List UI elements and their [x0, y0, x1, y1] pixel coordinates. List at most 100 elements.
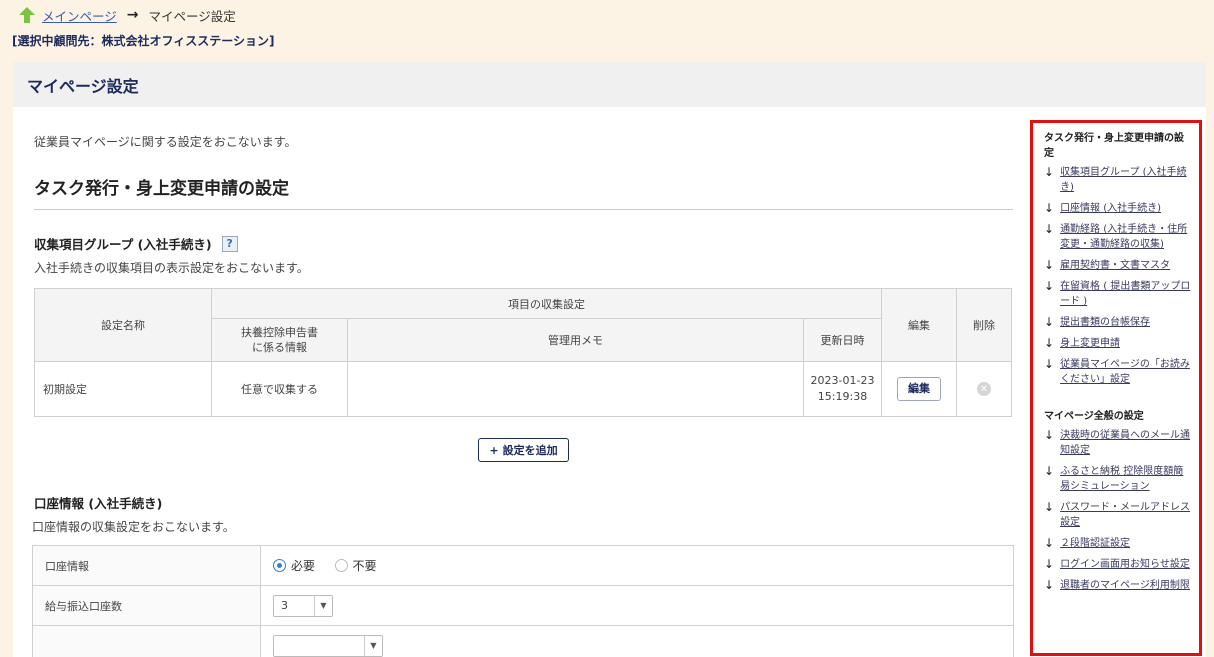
- sidebar-link-label[interactable]: 身上変更申請: [1060, 336, 1120, 351]
- table-row: ▼: [32, 625, 1014, 657]
- sidebar-links-task: ↓ 収集項目グループ (入社手続き) ↓ 口座情報 (入社手続き) ↓ 通勤経路 (入社手…: [1044, 165, 1191, 387]
- radio-unneeded-label: 不要: [352, 558, 377, 573]
- breadcrumb-current: マイページ設定: [148, 8, 236, 24]
- sidebar-link-label[interactable]: ふるさと納税 控除限度額簡易シミュレーション: [1060, 464, 1191, 494]
- sidebar-link[interactable]: ↓ ふるさと納税 控除限度額簡易シミュレーション: [1044, 464, 1191, 494]
- account-description: 口座情報の収集設定をおこないます。: [32, 520, 235, 534]
- add-setting-button[interactable]: + 設定を追加: [478, 438, 569, 462]
- radio-required[interactable]: 必要: [273, 557, 315, 574]
- account-count-value: 3: [281, 599, 288, 612]
- account-count-select[interactable]: 3 ▼: [273, 594, 333, 617]
- cell-delete: ✕: [956, 361, 1012, 417]
- sidebar-link[interactable]: ↓ パスワード・メールアドレス設定: [1044, 500, 1191, 530]
- selected-client-label: [選択中顧問先：株式会社オフィスステーション]: [12, 34, 275, 48]
- account-settings-table: 口座情報 必要 不要 給与振込口座数 3 ▼ ▼: [32, 545, 1014, 657]
- sidebar-link-label[interactable]: 決裁時の従業員へのメール通知設定: [1060, 428, 1191, 458]
- table-row: 口座情報 必要 不要: [32, 545, 1014, 586]
- group-description: 入社手続きの収集項目の表示設定をおこないます。: [34, 261, 309, 275]
- sidebar-link[interactable]: ↓ 提出書類の台帳保存: [1044, 315, 1191, 330]
- arrow-down-icon: ↓: [1044, 536, 1055, 550]
- breadcrumb-home-link[interactable]: メインページ: [42, 6, 117, 25]
- breadcrumb-separator: →: [126, 7, 139, 23]
- account-extra-select[interactable]: ▼: [273, 634, 383, 657]
- radio-checked-icon: [273, 558, 286, 572]
- account-extra-cell: ▼: [260, 625, 1014, 657]
- sidebar-link[interactable]: ↓ 在留資格 ( 提出書類アップロード ): [1044, 279, 1191, 309]
- sidebar-link-label[interactable]: 従業員マイページの「お読みください」設定: [1060, 357, 1191, 387]
- account-section-title: 口座情報 (入社手続き): [34, 496, 163, 511]
- group-title-text: 収集項目グループ (入社手続き): [34, 237, 212, 252]
- chevron-down-icon: ▼: [314, 595, 332, 616]
- sidebar-link-label[interactable]: 通勤経路 (入社手続き・住所変更・通勤経路の収集): [1060, 222, 1191, 252]
- sidebar-link[interactable]: ↓ 収集項目グループ (入社手続き): [1044, 165, 1191, 195]
- sidebar-links-general: ↓ 決裁時の従業員へのメール通知設定 ↓ ふるさと納税 控除限度額簡易シミュレーション…: [1044, 428, 1191, 593]
- col-header-updated: 更新日時: [803, 318, 882, 362]
- arrow-down-icon: ↓: [1044, 336, 1055, 350]
- arrow-down-icon: ↓: [1044, 201, 1055, 215]
- sidebar-link-label[interactable]: 退職者のマイページ利用制限: [1060, 578, 1190, 593]
- home-arrow-icon[interactable]: [18, 6, 36, 24]
- sidebar-link[interactable]: ↓ 通勤経路 (入社手続き・住所変更・通勤経路の収集): [1044, 222, 1191, 252]
- table-row: 初期設定 任意で収集する 2023-01-23 15:19:38 編集 ✕: [34, 361, 1012, 417]
- sidebar-link[interactable]: ↓ 口座情報 (入社手続き): [1044, 201, 1191, 216]
- account-count-cell: 3 ▼: [260, 585, 1014, 626]
- arrow-down-icon: ↓: [1044, 357, 1055, 371]
- breadcrumb: メインページ → マイページ設定: [18, 5, 236, 25]
- table-row: 給与振込口座数 3 ▼: [32, 585, 1014, 626]
- arrow-down-icon: ↓: [1044, 578, 1055, 592]
- account-info-label: 口座情報: [32, 545, 261, 586]
- chevron-down-icon: ▼: [364, 635, 382, 656]
- edit-button[interactable]: 編集: [897, 377, 941, 401]
- sidebar-link[interactable]: ↓ 従業員マイページの「お読みください」設定: [1044, 357, 1191, 387]
- arrow-down-icon: ↓: [1044, 279, 1055, 293]
- sidebar-link-label[interactable]: ログイン画面用お知らせ設定: [1060, 557, 1190, 572]
- sidebar-link[interactable]: ↓ ログイン画面用お知らせ設定: [1044, 557, 1191, 572]
- arrow-down-icon: ↓: [1044, 557, 1055, 571]
- col-header-collect: 項目の収集設定: [211, 288, 882, 319]
- arrow-down-icon: ↓: [1044, 464, 1055, 478]
- section-divider: [34, 209, 1013, 210]
- sidebar-link[interactable]: ↓ 退職者のマイページ利用制限: [1044, 578, 1191, 593]
- cell-name: 初期設定: [34, 361, 212, 417]
- account-extra-label: [32, 625, 261, 657]
- radio-unneeded[interactable]: 不要: [334, 557, 377, 574]
- col-header-dependent: 扶養控除申告書 に係る情報: [211, 318, 348, 362]
- sidebar-link-label[interactable]: 雇用契約書・文書マスタ: [1060, 258, 1170, 273]
- section-title: タスク発行・身上変更申請の設定: [34, 179, 289, 199]
- account-count-label: 給与振込口座数: [32, 585, 261, 626]
- arrow-down-icon: ↓: [1044, 165, 1055, 179]
- add-setting-label: 設定を追加: [502, 444, 558, 457]
- arrow-down-icon: ↓: [1044, 222, 1055, 236]
- sidebar-heading-task: タスク発行・身上変更申請の設定: [1044, 133, 1184, 159]
- radio-unchecked-icon: [334, 558, 348, 572]
- sidebar-link[interactable]: ↓ 身上変更申請: [1044, 336, 1191, 351]
- cell-edit: 編集: [881, 361, 957, 417]
- arrow-down-icon: ↓: [1044, 500, 1055, 514]
- sidebar-link-label[interactable]: 在留資格 ( 提出書類アップロード ): [1060, 279, 1191, 309]
- group-section-title: 収集項目グループ (入社手続き) ?: [34, 234, 238, 253]
- sidebar-heading-general: マイページ全般の設定: [1044, 411, 1144, 422]
- arrow-down-icon: ↓: [1044, 428, 1055, 442]
- sidebar-link[interactable]: ↓ 決裁時の従業員へのメール通知設定: [1044, 428, 1191, 458]
- sidebar-link-label[interactable]: 口座情報 (入社手続き): [1060, 201, 1161, 216]
- sidebar-link-label[interactable]: パスワード・メールアドレス設定: [1060, 500, 1191, 530]
- col-header-memo: 管理用メモ: [347, 318, 804, 362]
- sidebar-link[interactable]: ↓ ２段階認証設定: [1044, 536, 1191, 551]
- delete-icon[interactable]: ✕: [977, 382, 991, 397]
- cell-memo: [347, 361, 804, 417]
- sidebar-nav: タスク発行・身上変更申請の設定 ↓ 収集項目グループ (入社手続き) ↓ 口座情報 (…: [1030, 120, 1202, 656]
- sidebar-link[interactable]: ↓ 雇用契約書・文書マスタ: [1044, 258, 1191, 273]
- col-header-delete: 削除: [956, 288, 1012, 362]
- cell-updated: 2023-01-23 15:19:38: [803, 361, 882, 417]
- page-panel: マイページ設定 従業員マイページに関する設定をおこないます。 タスク発行・身上変…: [13, 62, 1206, 657]
- sidebar-link-label[interactable]: ２段階認証設定: [1060, 536, 1130, 551]
- help-icon[interactable]: ?: [221, 235, 238, 252]
- plus-icon: +: [489, 443, 499, 457]
- sidebar-link-label[interactable]: 収集項目グループ (入社手続き): [1060, 165, 1191, 195]
- arrow-down-icon: ↓: [1044, 315, 1055, 329]
- sidebar-link-label[interactable]: 提出書類の台帳保存: [1060, 315, 1150, 330]
- cell-dependent: 任意で収集する: [211, 361, 348, 417]
- col-header-name: 設定名称: [34, 288, 212, 362]
- page-title: マイページ設定: [13, 62, 1206, 107]
